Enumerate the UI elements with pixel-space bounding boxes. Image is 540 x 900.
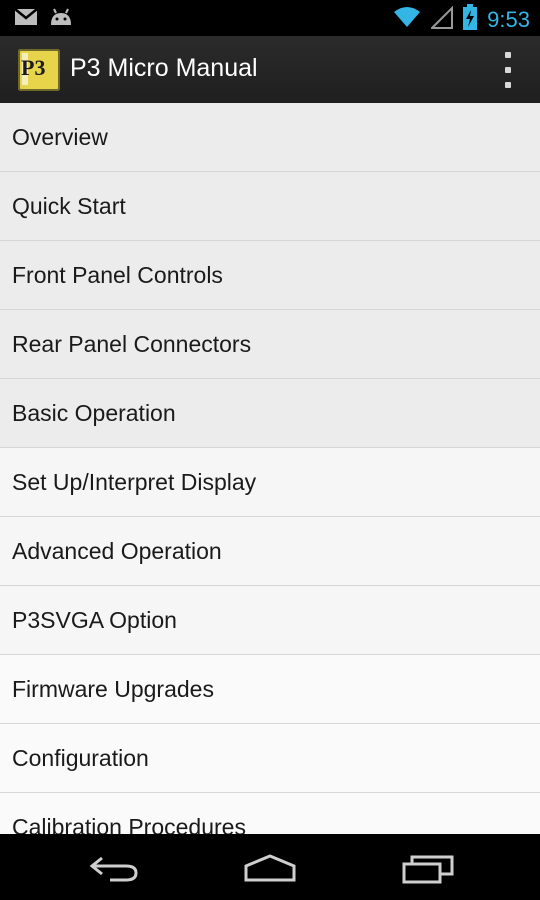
overflow-dot (505, 67, 511, 73)
manual-section-list[interactable]: Overview Quick Start Front Panel Control… (0, 103, 540, 834)
list-item-quick-start[interactable]: Quick Start (0, 172, 540, 241)
gmail-icon (14, 7, 38, 32)
list-item-calibration-procedures[interactable]: Calibration Procedures (0, 793, 540, 834)
app-title: P3 Micro Manual (70, 54, 258, 82)
clock: 9:53 (487, 6, 530, 32)
notification-icons (14, 7, 74, 32)
list-item-set-up-interpret-display[interactable]: Set Up/Interpret Display (0, 448, 540, 517)
list-item-front-panel-controls[interactable]: Front Panel Controls (0, 241, 540, 310)
home-icon[interactable] (240, 852, 300, 884)
list-item-advanced-operation[interactable]: Advanced Operation (0, 517, 540, 586)
system-icons: 9:53 (393, 4, 530, 35)
recents-icon[interactable] (398, 852, 458, 884)
list-item-overview[interactable]: Overview (0, 103, 540, 172)
battery-charging-icon (463, 4, 478, 35)
android-debug-icon (48, 7, 74, 32)
wifi-icon (393, 5, 421, 34)
list-item-firmware-upgrades[interactable]: Firmware Upgrades (0, 655, 540, 724)
overflow-dot (505, 82, 511, 88)
list-item-basic-operation[interactable]: Basic Operation (0, 379, 540, 448)
overflow-dot (505, 52, 511, 58)
app-icon-text: P3 (21, 55, 46, 80)
list-item-rear-panel-connectors[interactable]: Rear Panel Connectors (0, 310, 540, 379)
signal-icon (429, 5, 454, 34)
action-bar: P3 P3 Micro Manual (0, 36, 540, 105)
list-item-p3svga-option[interactable]: P3SVGA Option (0, 586, 540, 655)
back-icon[interactable] (84, 852, 144, 884)
navigation-bar (0, 834, 540, 900)
status-bar: 9:53 (0, 0, 540, 36)
app-icon[interactable]: P3 (18, 49, 60, 91)
list-item-configuration[interactable]: Configuration (0, 724, 540, 793)
overflow-menu-icon[interactable] (496, 52, 520, 88)
